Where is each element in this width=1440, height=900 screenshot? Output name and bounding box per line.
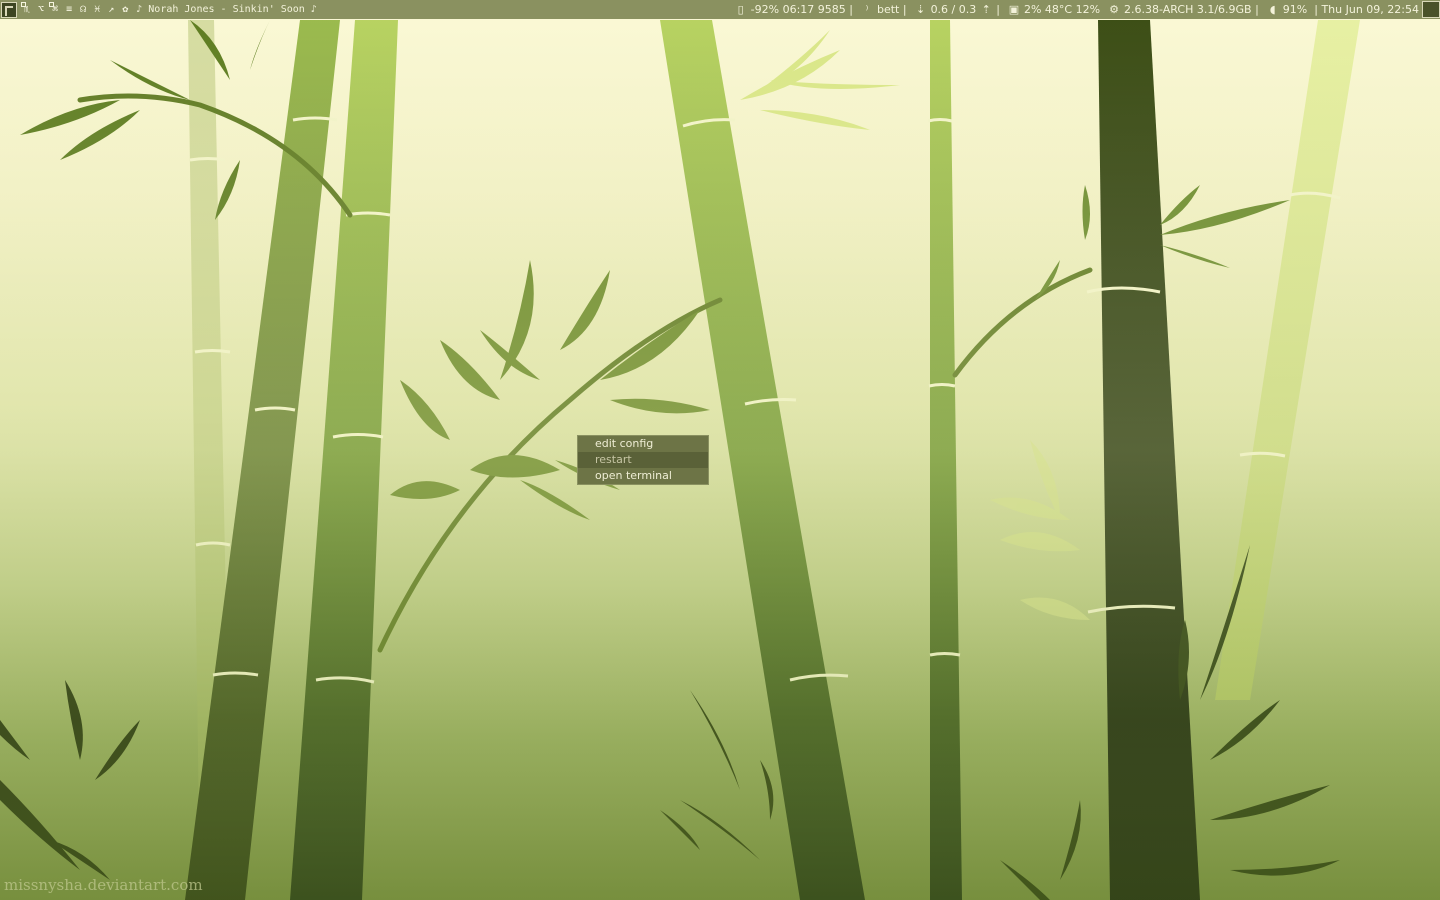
tag-6[interactable]: ♓ xyxy=(90,0,104,19)
cpu-text: 2% 48°C 12% xyxy=(1023,3,1101,16)
tag-7[interactable]: ↗ xyxy=(104,0,118,19)
upload-icon: ⇡ xyxy=(981,3,991,16)
system-status: ⚙ 2.6.38-ARCH 3.1/6.9GB | xyxy=(1107,0,1259,19)
layout-indicator-icon[interactable] xyxy=(1,1,17,18)
tag-3[interactable]: ⌘ xyxy=(48,0,62,19)
network-text: 0.6 / 0.3 xyxy=(930,3,977,16)
root-context-menu: edit config restart open terminal xyxy=(577,435,709,485)
download-icon: ⇣ xyxy=(915,3,926,16)
system-icon: ⚙ xyxy=(1109,3,1119,16)
tag-1[interactable]: ♏ xyxy=(20,0,34,19)
tag-4[interactable]: ≡ xyxy=(62,0,76,19)
menu-item-open-terminal[interactable]: open terminal xyxy=(578,468,708,484)
now-playing-text: ♪ Norah Jones - Sinkin' Soon ♪ xyxy=(136,4,317,15)
panel-left: ♏ ⌥ ⌘ ≡ ☊ ♓ ↗ ✿ ♪ Norah Jones - Sinkin' … xyxy=(0,0,317,19)
tag-8[interactable]: ✿ xyxy=(118,0,132,19)
desktop[interactable]: ♏ ⌥ ⌘ ≡ ☊ ♓ ↗ ✿ ♪ Norah Jones - Sinkin' … xyxy=(0,0,1440,900)
bamboo-wallpaper xyxy=(0,0,1440,900)
systray-corner-box[interactable] xyxy=(1422,1,1440,18)
panel-right: ▯ -92% 06:17 9585 | ⁾ bett | ⇣ 0.6 / 0.3… xyxy=(734,0,1440,19)
battery-text: -92% 06:17 9585 | xyxy=(750,3,853,16)
system-text: 2.6.38-ARCH 3.1/6.9GB | xyxy=(1124,3,1259,16)
wifi-icon: ⁾ xyxy=(865,3,869,16)
cpu-icon: ▣ xyxy=(1008,3,1020,16)
datetime-text: | Thu Jun 09, 22:54 xyxy=(1314,3,1419,16)
tag-2[interactable]: ⌥ xyxy=(34,0,48,19)
network-status: ⇣ 0.6 / 0.3 ⇡ | xyxy=(914,0,1000,19)
volume-text: 91% xyxy=(1282,3,1308,16)
battery-status: ▯ -92% 06:17 9585 | xyxy=(734,0,853,19)
wifi-status: ⁾ bett | xyxy=(860,0,907,19)
battery-icon: ▯ xyxy=(737,3,744,16)
menu-item-edit-config[interactable]: edit config xyxy=(578,436,708,452)
cpu-status: ▣ 2% 48°C 12% xyxy=(1007,0,1100,19)
tag-5[interactable]: ☊ xyxy=(76,0,90,19)
wallpaper-watermark: missnysha.deviantart.com xyxy=(4,876,203,894)
speaker-icon: ◖ xyxy=(1269,3,1276,16)
volume-status[interactable]: ◖ 91% xyxy=(1266,0,1307,19)
top-panel: ♏ ⌥ ⌘ ≡ ☊ ♓ ↗ ✿ ♪ Norah Jones - Sinkin' … xyxy=(0,0,1440,19)
clock: | Thu Jun 09, 22:54 xyxy=(1314,0,1419,19)
network-separator: | xyxy=(996,3,1000,16)
menu-item-restart[interactable]: restart xyxy=(578,452,708,468)
wifi-text: bett | xyxy=(876,3,907,16)
